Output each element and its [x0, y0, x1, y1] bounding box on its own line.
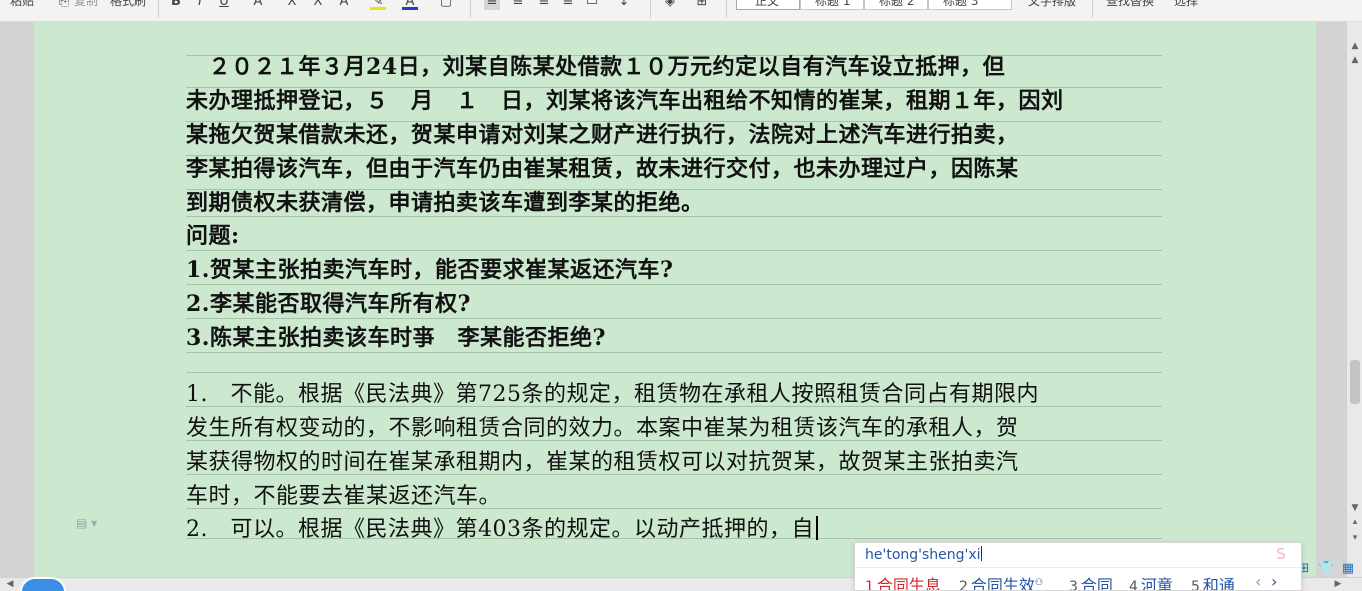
- answer-line[interactable]: 车时，不能要去崔某返还汽车。: [186, 478, 1166, 510]
- subscript-icon[interactable]: X: [310, 0, 326, 10]
- assistant-icon[interactable]: [20, 577, 66, 591]
- ime-skin-icon[interactable]: 👕: [1318, 560, 1334, 578]
- ime-candidate-text: 合同生息: [876, 576, 941, 591]
- ime-candidate-number: 5: [1191, 579, 1200, 591]
- toolbar-divider: [726, 0, 727, 18]
- current-line-text: 2. 可以。根据《民法典》第403条的规定。以动产抵押的，自: [186, 517, 814, 542]
- ime-candidate-text: 合同生效: [970, 576, 1035, 591]
- ime-candidate-number: 1: [865, 579, 874, 591]
- right-gutter: [1316, 22, 1346, 577]
- sogou-logo-icon: S: [1276, 545, 1286, 563]
- style-heading-2[interactable]: 标题 2: [864, 0, 928, 10]
- text-caret: [815, 516, 818, 540]
- style-normal[interactable]: 正文: [736, 0, 800, 10]
- ime-toolbar: ⊞ 👕 ▦: [1296, 560, 1362, 580]
- italic-icon[interactable]: I: [192, 0, 208, 10]
- style-heading-2-label: 标题 2: [879, 0, 915, 8]
- shading-icon[interactable]: ◈: [662, 0, 678, 10]
- bold-icon[interactable]: B: [168, 0, 184, 10]
- question-item[interactable]: 3.陈某主张拍卖该车时亊 李某能否拒绝?: [186, 320, 1166, 352]
- text-layout-button[interactable]: 文字排版: [1028, 0, 1076, 9]
- ime-candidate-text: 河童: [1140, 576, 1173, 591]
- justify-icon[interactable]: ≡: [560, 0, 576, 10]
- style-heading-1[interactable]: 标题 1: [800, 0, 864, 10]
- question-item[interactable]: 1.贺某主张拍卖汽车时，能否要求崔某返还汽车?: [186, 252, 1166, 284]
- ruled-line: [186, 284, 1162, 285]
- toolbar-divider: [1092, 0, 1093, 18]
- format-painter-button[interactable]: 格式刷: [110, 0, 146, 9]
- copy-button[interactable]: 复制: [74, 0, 98, 9]
- ime-candidate-text: 和通: [1202, 576, 1235, 591]
- ruled-line: [186, 372, 1162, 373]
- ime-candidate-number: 2: [959, 579, 968, 591]
- ime-composition: he'tong'sheng'xi: [865, 546, 982, 563]
- ime-composition-text: he'tong'sheng'xi: [865, 547, 981, 563]
- ruled-line: [186, 318, 1162, 319]
- ime-next-page-icon[interactable]: ›: [1271, 572, 1277, 590]
- question-item[interactable]: 2.李某能否取得汽车所有权?: [186, 286, 1166, 318]
- distributed-icon[interactable]: ▭: [584, 0, 600, 10]
- vertical-scrollbar[interactable]: ▲ ▲ ▼ ▴ ▾: [1346, 22, 1362, 577]
- case-paragraph-line[interactable]: 某拖欠贺某借款未还，贺某申请对刘某之财产进行执行，法院对上述汽车进行拍卖，: [186, 117, 1166, 149]
- copy-icon[interactable]: ⎘: [56, 0, 72, 10]
- toolbar-divider: [650, 0, 651, 18]
- left-gutter: [0, 22, 34, 577]
- ime-candidate[interactable]: 4 河童: [1129, 572, 1173, 591]
- scrollbar-thumb[interactable]: [1350, 360, 1360, 404]
- ime-candidate[interactable]: 1 合同生息: [865, 572, 941, 591]
- select-button[interactable]: 选择: [1174, 0, 1198, 9]
- ime-candidate-window: he'tong'sheng'xi S 1 合同生息 2 合同生效⚇ 3 合同 4 河童 …: [854, 542, 1302, 591]
- toolbar-divider: [158, 0, 159, 18]
- ime-candidate[interactable]: 3 合同: [1069, 572, 1113, 591]
- align-center-icon[interactable]: ≡: [510, 0, 526, 10]
- case-paragraph-line[interactable]: 未办理抵押登记，５ 月 １ 日，刘某将该汽车出租给不知情的崔某，租期１年，因刘: [186, 83, 1166, 115]
- ime-divider: [855, 567, 1301, 568]
- ribbon-toolbar: 粘贴 ⎘ 复制 格式刷 B I U A X X A ✎ A ▢ ≡ ≡ ≡ ≡ …: [0, 0, 1362, 22]
- answer-line[interactable]: 某获得物权的时间在崔某承租期内，崔某的租赁权可以对抗贺某，故贺某主张拍卖汽: [186, 444, 1166, 476]
- line-spacing-icon[interactable]: ↕: [616, 0, 632, 10]
- questions-heading[interactable]: 问题:: [186, 218, 1166, 250]
- ime-candidate-number: 4: [1129, 579, 1138, 591]
- scroll-left-icon[interactable]: ◀: [4, 578, 16, 591]
- ime-candidate[interactable]: 5 和通: [1191, 572, 1235, 591]
- ime-candidate-number: 3: [1069, 579, 1078, 591]
- font-color-icon[interactable]: A: [402, 0, 418, 10]
- find-replace-button[interactable]: 查找替换: [1106, 0, 1154, 9]
- style-heading-3[interactable]: 标题 3: [928, 0, 1012, 10]
- clear-format-icon[interactable]: A: [336, 0, 352, 10]
- underline-icon[interactable]: U: [216, 0, 232, 10]
- case-paragraph-line[interactable]: 到期债权未获清偿，申请拍卖该车遭到李某的拒绝。: [186, 185, 1166, 217]
- border-icon[interactable]: ⊞: [694, 0, 710, 10]
- answer-line[interactable]: 发生所有权变动的，不影响租赁合同的效力。本案中崔某为租赁该汽车的承租人，贺: [186, 410, 1166, 442]
- style-heading-1-label: 标题 1: [815, 0, 851, 8]
- style-heading-3-label: 标题 3: [943, 0, 979, 8]
- scroll-up-icon[interactable]: ▲: [1349, 40, 1361, 52]
- style-normal-label: 正文: [755, 0, 780, 8]
- page-up-icon[interactable]: ▴: [1349, 516, 1361, 528]
- document-icon[interactable]: ▤ ▾: [76, 516, 102, 530]
- align-left-icon[interactable]: ≡: [484, 0, 500, 10]
- scroll-down-icon[interactable]: ▼: [1349, 502, 1361, 514]
- superscript-icon[interactable]: X: [284, 0, 300, 10]
- ime-prev-page-icon[interactable]: ‹: [1255, 572, 1261, 590]
- ruled-line: [186, 352, 1162, 353]
- highlight-icon[interactable]: ✎: [370, 0, 386, 10]
- char-border-icon[interactable]: ▢: [438, 0, 454, 10]
- ime-tools-icon[interactable]: ▦: [1340, 560, 1356, 578]
- toolbar-divider: [470, 0, 471, 18]
- ruled-line: [186, 250, 1162, 251]
- strikethrough-icon[interactable]: A: [250, 0, 266, 10]
- case-paragraph-line[interactable]: 李某拍得该汽车，但由于汽车仍由崔某租赁，故未进行交付，也未办理过户，因陈某: [186, 151, 1166, 183]
- align-right-icon[interactable]: ≡: [536, 0, 552, 10]
- cloud-candidate-icon: ⚇: [1034, 578, 1044, 588]
- case-paragraph-line[interactable]: ２０２１年３月24日，刘某自陈某处借款１０万元约定以自有汽车设立抵押，但: [186, 49, 1166, 81]
- ime-candidate-text: 合同: [1080, 576, 1113, 591]
- scroll-up-icon[interactable]: ▲: [1349, 54, 1361, 66]
- ime-candidate[interactable]: 2 合同生效⚇: [959, 572, 1044, 591]
- paste-button[interactable]: 粘贴: [10, 0, 34, 9]
- page-down-icon[interactable]: ▾: [1349, 532, 1361, 544]
- ime-cursor: [980, 546, 982, 561]
- answer-line[interactable]: 1. 不能。根据《民法典》第725条的规定，租赁物在承租人按照租赁合同占有期限内: [186, 376, 1166, 408]
- current-line[interactable]: 2. 可以。根据《民法典》第403条的规定。以动产抵押的，自: [186, 511, 1166, 543]
